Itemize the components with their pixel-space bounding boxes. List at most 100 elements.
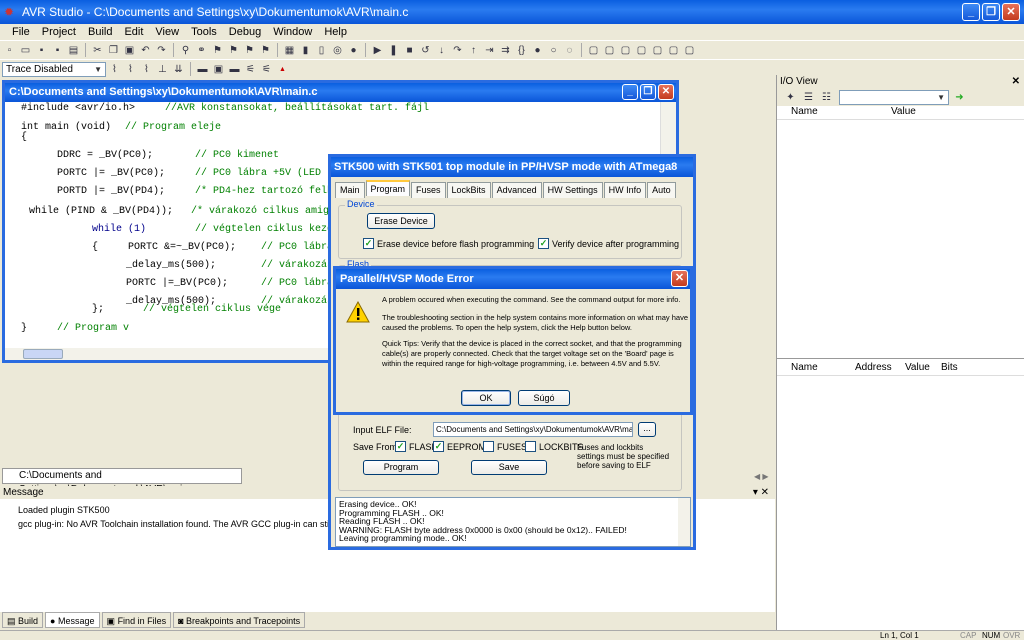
minimize-button[interactable]: _: [962, 3, 980, 21]
message-close-icon[interactable]: ▾ ✕: [753, 486, 769, 499]
menu-file[interactable]: File: [6, 26, 36, 38]
save-eeprom-checkbox[interactable]: ✓ EEPROM: [433, 441, 486, 452]
erase-before-flash-checkbox[interactable]: ✓ Erase device before flash programming: [363, 238, 534, 249]
run-icon[interactable]: ▶: [370, 43, 385, 58]
log-scrollbar[interactable]: [678, 498, 690, 546]
break-icon[interactable]: ❚: [386, 43, 401, 58]
tab-scroll-arrows-icon[interactable]: ◀ ▶: [754, 472, 769, 481]
step-out-icon[interactable]: ↑: [466, 43, 481, 58]
trace-3-icon[interactable]: ⌇: [139, 62, 154, 77]
tab-main[interactable]: Main: [335, 182, 365, 198]
menu-window[interactable]: Window: [267, 26, 318, 38]
scroll-thumb[interactable]: [23, 349, 63, 359]
io-list-icon[interactable]: ☰: [801, 90, 816, 105]
trace-4-icon[interactable]: ⊥: [155, 62, 170, 77]
tab-hw-info[interactable]: HW Info: [603, 182, 647, 198]
connect-icon[interactable]: ⚟: [243, 62, 258, 77]
paste-icon[interactable]: ▣: [122, 43, 137, 58]
save-icon[interactable]: ▪: [34, 43, 49, 58]
menu-help[interactable]: Help: [318, 26, 353, 38]
save-fuses-checkbox[interactable]: FUSES: [483, 441, 527, 452]
maximize-button[interactable]: ❐: [982, 3, 1000, 21]
window-3-icon[interactable]: ▢: [618, 43, 633, 58]
open-folder-icon[interactable]: ▭: [18, 43, 33, 58]
window-5-icon[interactable]: ▢: [650, 43, 665, 58]
watch-icon[interactable]: ◌: [562, 43, 577, 58]
reset-icon[interactable]: ↺: [418, 43, 433, 58]
tab-auto[interactable]: Auto: [647, 182, 676, 198]
help-button[interactable]: Súgó: [518, 390, 570, 406]
save-lockbits-checkbox[interactable]: LOCKBITS: [525, 441, 584, 452]
chip-prog-icon[interactable]: ▬: [227, 62, 242, 77]
trace-combo[interactable]: Trace Disabled ▼: [2, 61, 106, 77]
tab-build[interactable]: ▤ Build: [2, 612, 44, 628]
document-tab[interactable]: C:\Documents and Settings\xy\Dokumentumo…: [2, 468, 242, 495]
stop-debug-icon[interactable]: ■: [402, 43, 417, 58]
menu-build[interactable]: Build: [82, 26, 118, 38]
new-file-icon[interactable]: ▫: [2, 43, 17, 58]
window-4-icon[interactable]: ▢: [634, 43, 649, 58]
chip-view-icon[interactable]: ▬: [195, 62, 210, 77]
save-flash-checkbox[interactable]: ✓ FLASH: [395, 441, 438, 452]
bookmark-next-icon[interactable]: ⚑: [226, 43, 241, 58]
window-2-icon[interactable]: ▢: [602, 43, 617, 58]
tab-message[interactable]: ● Message: [45, 612, 100, 628]
verify-after-checkbox[interactable]: ✓ Verify device after programming: [538, 238, 679, 249]
tab-advanced[interactable]: Advanced: [491, 182, 542, 198]
tab-find-in-files[interactable]: ▣ Find in Files: [101, 612, 172, 628]
bookmark-icon[interactable]: ⚑: [210, 43, 225, 58]
close-button[interactable]: ✕: [1002, 3, 1020, 21]
copy-icon[interactable]: ❐: [106, 43, 121, 58]
program-chip-icon[interactable]: ▯: [314, 43, 329, 58]
menu-project[interactable]: Project: [36, 26, 82, 38]
io-search-combo[interactable]: ▼: [839, 89, 949, 105]
program-button[interactable]: Program: [363, 460, 439, 475]
io-view-close-icon[interactable]: ✕: [1012, 75, 1020, 88]
io-tree-icon[interactable]: ☷: [819, 90, 834, 105]
gcc-icon[interactable]: ●: [346, 43, 361, 58]
run-to-cursor-icon[interactable]: ⇥: [482, 43, 497, 58]
print-icon[interactable]: ▤: [66, 43, 81, 58]
browse-elf-button[interactable]: ...: [638, 422, 656, 437]
auto-step-icon[interactable]: ⇉: [498, 43, 513, 58]
find-icon[interactable]: ⚲: [178, 43, 193, 58]
error-close-button[interactable]: ✕: [671, 270, 688, 287]
auto-icon[interactable]: ▲: [275, 62, 290, 77]
chip-select-icon[interactable]: ▣: [211, 62, 226, 77]
menu-debug[interactable]: Debug: [223, 26, 267, 38]
elf-file-input[interactable]: C:\Documents and Settings\xy\Dokumentumo…: [433, 422, 633, 437]
bookmark-prev-icon[interactable]: ⚑: [242, 43, 257, 58]
undo-icon[interactable]: ↶: [138, 43, 153, 58]
menu-tools[interactable]: Tools: [185, 26, 223, 38]
io-filter-icon[interactable]: ✦: [783, 90, 798, 105]
io-go-icon[interactable]: ➜: [952, 90, 967, 105]
save-button[interactable]: Save: [471, 460, 547, 475]
editor-close-button[interactable]: ✕: [658, 84, 674, 100]
ok-button[interactable]: OK: [461, 390, 511, 406]
step-into-icon[interactable]: ↓: [434, 43, 449, 58]
toggle-breakpoint-icon[interactable]: ●: [530, 43, 545, 58]
tab-hw-settings[interactable]: HW Settings: [542, 182, 603, 198]
tab-lockbits[interactable]: LockBits: [446, 182, 491, 198]
target-icon[interactable]: ◎: [330, 43, 345, 58]
binoculars-icon[interactable]: ⚭: [194, 43, 209, 58]
bookmark-clear-icon[interactable]: ⚑: [258, 43, 273, 58]
save-all-icon[interactable]: ▪: [50, 43, 65, 58]
tab-fuses[interactable]: Fuses: [411, 182, 446, 198]
tab-program[interactable]: Program: [365, 180, 411, 196]
window-7-icon[interactable]: ▢: [682, 43, 697, 58]
cut-icon[interactable]: ✂: [90, 43, 105, 58]
trace-2-icon[interactable]: ⌇: [123, 62, 138, 77]
remove-breakpoints-icon[interactable]: ○: [546, 43, 561, 58]
trace-1-icon[interactable]: ⌇: [107, 62, 122, 77]
editor-minimize-button[interactable]: _: [622, 84, 638, 100]
chip-icon[interactable]: ▦: [282, 43, 297, 58]
tab-breakpoints[interactable]: ◙ Breakpoints and Tracepoints: [173, 612, 306, 628]
con-icon[interactable]: ▮: [298, 43, 313, 58]
window-6-icon[interactable]: ▢: [666, 43, 681, 58]
redo-icon[interactable]: ↷: [154, 43, 169, 58]
menu-view[interactable]: View: [149, 26, 185, 38]
trace-5-icon[interactable]: ⇊: [171, 62, 186, 77]
editor-maximize-button[interactable]: ❐: [640, 84, 656, 100]
menu-edit[interactable]: Edit: [118, 26, 149, 38]
